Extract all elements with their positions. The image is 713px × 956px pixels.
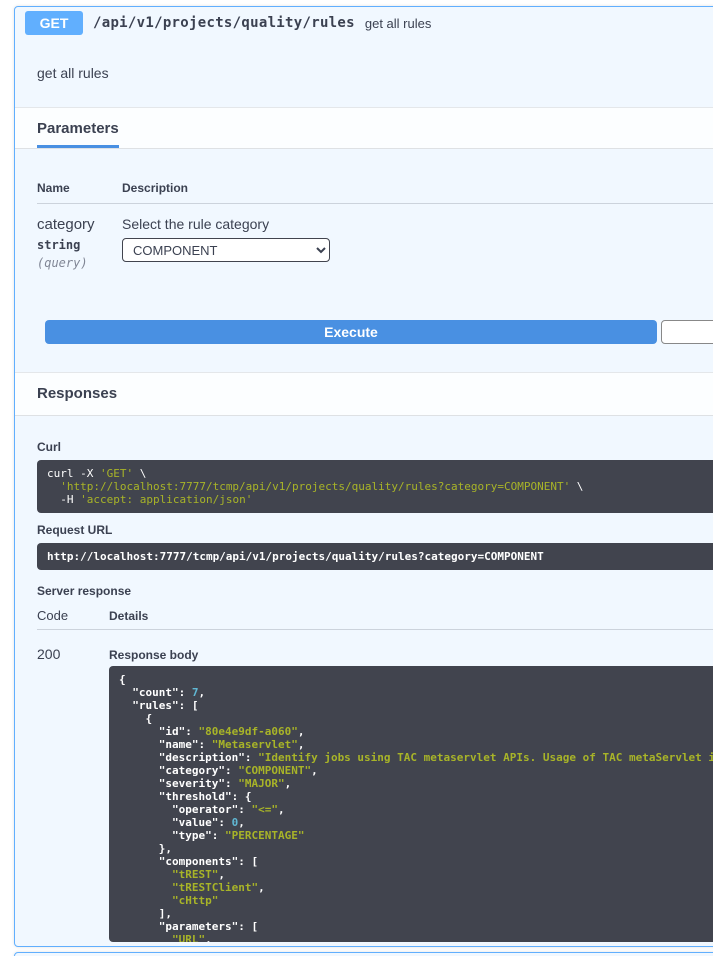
request-url-label: Request URL [37,523,713,537]
server-response-label: Server response [37,584,713,598]
response-row: 200 Response body { "count": 7, "rules":… [37,630,713,942]
operation-description: get all rules [15,39,713,107]
execute-button[interactable]: Execute [45,320,657,344]
response-body-label: Response body [109,630,713,662]
code-line: "tRESTClient", [119,881,713,894]
operation-summary[interactable]: GET /api/v1/projects/quality/rules get a… [15,7,713,39]
endpoint-path: /api/v1/projects/quality/rules [93,15,355,31]
endpoint-summary: get all rules [365,16,431,31]
column-header-code: Code [37,608,109,623]
server-response-table-header: Code Details [37,608,713,630]
code-line: "severity": "MAJOR", [119,777,713,790]
http-method-badge: GET [25,11,83,35]
code-line: "category": "COMPONENT", [119,764,713,777]
parameter-location: (query) [37,256,122,270]
parameters-header: Parameters [15,107,713,149]
column-header-description: Description [122,181,713,195]
responses-header: Responses [15,372,713,416]
code-line: "parameters": [ [119,920,713,933]
column-header-name: Name [37,181,122,195]
code-line: "tREST", [119,868,713,881]
tab-parameters[interactable]: Parameters [37,120,119,148]
code-line: { [119,712,713,725]
code-line: }, [119,842,713,855]
clear-button[interactable] [661,320,713,344]
responses-title: Responses [37,385,117,402]
responses-body: Curl curl -X 'GET' \ 'http://localhost:7… [15,416,713,946]
server-response-table: Code Details 200 Response body { "count"… [37,608,713,942]
code-line: "cHttp" [119,894,713,907]
request-url-value: http://localhost:7777/tcmp/api/v1/projec… [37,543,713,570]
code-line: "name": "Metaservlet", [119,738,713,751]
parameter-type: string [37,238,122,252]
code-line: "threshold": { [119,790,713,803]
column-header-details: Details [109,609,713,623]
code-line: "rules": [ [119,699,713,712]
code-line: "components": [ [119,855,713,868]
next-operation-block[interactable] [14,952,713,956]
parameters-table-header: Name Description [37,181,713,204]
parameter-description: Select the rule category [122,216,713,232]
code-line: "description": "Identify jobs using TAC … [119,751,713,764]
code-line: "count": 7, [119,686,713,699]
swagger-page: GET /api/v1/projects/quality/rules get a… [0,6,713,956]
code-line: "type": "PERCENTAGE" [119,829,713,842]
code-line: "id": "80e4e9df-a060", [119,725,713,738]
code-line: "value": 0, [119,816,713,829]
curl-label: Curl [37,440,713,454]
code-line: ], [119,907,713,920]
parameters-table: Name Description category string (query)… [37,181,713,270]
code-line: 'http://localhost:7777/tcmp/api/v1/proje… [47,480,713,493]
parameter-row: category string (query) Select the rule … [37,204,713,270]
curl-code[interactable]: curl -X 'GET' \ 'http://localhost:7777/t… [37,460,713,513]
code-line: curl -X 'GET' \ [47,467,713,480]
response-body-code[interactable]: { "count": 7, "rules": [ { "id": "80e4e9… [109,666,713,942]
execute-row: Execute [45,320,713,344]
category-select[interactable]: COMPONENT [122,238,330,262]
code-line: { [119,673,713,686]
status-code: 200 [37,630,109,942]
parameters-body: Name Description category string (query)… [15,149,713,372]
code-line: "operator": "<=", [119,803,713,816]
code-line: -H 'accept: application/json' [47,493,713,506]
code-line: "URL", [119,933,713,942]
operation-block-get-rules: GET /api/v1/projects/quality/rules get a… [14,6,713,947]
parameter-name: category [37,216,122,233]
